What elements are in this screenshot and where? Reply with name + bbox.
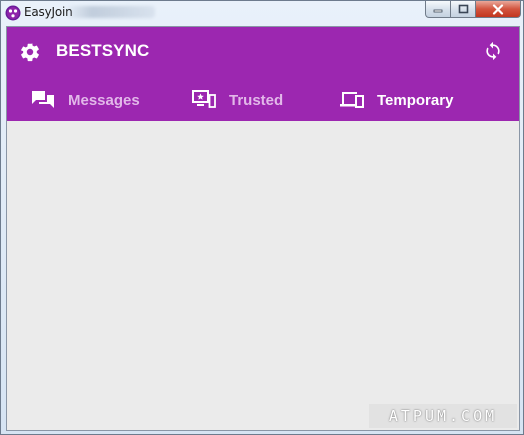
easyjoin-logo-icon xyxy=(5,5,21,21)
tab-trusted[interactable]: Trusted xyxy=(192,87,283,113)
trusted-devices-icon xyxy=(192,90,216,108)
tab-temporary[interactable]: Temporary xyxy=(340,87,453,113)
minimize-icon xyxy=(433,9,443,13)
app-client-area: BESTSYNC Messages Trusted Temporary xyxy=(6,26,520,431)
temporary-devices-icon xyxy=(340,92,364,108)
app-title: BESTSYNC xyxy=(56,41,150,60)
watermark-text: ATPUM.COM xyxy=(369,404,517,428)
maximize-icon xyxy=(458,4,468,14)
app-header-bar: BESTSYNC Messages Trusted Temporary xyxy=(7,27,519,121)
tab-trusted-label: Trusted xyxy=(229,91,284,109)
close-icon xyxy=(492,3,504,15)
title-bar[interactable]: EasyJoin xyxy=(1,1,523,26)
gear-icon[interactable] xyxy=(19,41,41,63)
window-controls xyxy=(425,1,521,18)
content-area xyxy=(7,121,519,430)
minimize-button[interactable] xyxy=(425,1,451,18)
tab-messages-label: Messages xyxy=(68,91,140,109)
close-button[interactable] xyxy=(476,1,521,18)
tab-messages[interactable]: Messages xyxy=(31,87,140,113)
blurred-title-residue xyxy=(65,6,155,18)
tab-temporary-label: Temporary xyxy=(377,91,454,109)
maximize-button[interactable] xyxy=(451,1,476,18)
chat-bubbles-icon xyxy=(32,91,54,108)
sync-refresh-icon[interactable] xyxy=(483,41,503,61)
app-window: EasyJoin BESTSYNC Messages Trusted Tempo… xyxy=(0,0,524,435)
